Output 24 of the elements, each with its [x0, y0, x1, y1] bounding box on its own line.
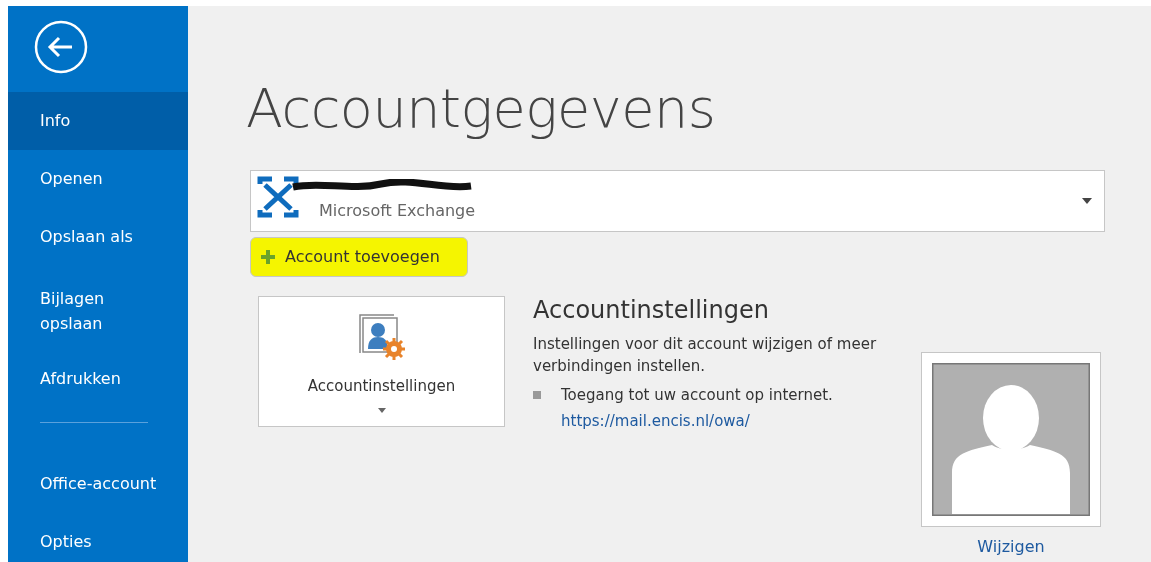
- description-text: Instellingen voor dit account wijzigen of meer verbindingen instellen.: [533, 333, 878, 378]
- add-account-button[interactable]: Account toevoegen: [250, 237, 468, 277]
- web-access-link[interactable]: https://mail.encis.nl/owa/: [561, 410, 750, 433]
- sidebar-item[interactable]: Opties: [8, 513, 188, 562]
- sidebar-item[interactable]: Bijlagen opslaan: [8, 266, 148, 350]
- account-settings-icon: [357, 313, 406, 361]
- plus-icon: [261, 250, 275, 264]
- bullet-icon: [533, 390, 541, 399]
- sidebar-item[interactable]: Info: [8, 92, 188, 150]
- account-settings-button[interactable]: Accountinstellingen: [258, 296, 505, 427]
- sidebar-item[interactable]: Openen: [8, 150, 188, 208]
- change-photo-link[interactable]: Wijzigen: [977, 535, 1045, 559]
- section-heading: Accountinstellingen: [533, 296, 770, 325]
- sidebar-item[interactable]: Afdrukken: [8, 350, 188, 408]
- back-icon[interactable]: [34, 20, 88, 74]
- dropdown-caret-icon: [1082, 198, 1092, 204]
- bullet-text: Toegang tot uw account op internet.: [561, 384, 833, 406]
- sidebar-item[interactable]: Opslaan als: [8, 208, 188, 266]
- exchange-icon: [257, 176, 299, 218]
- account-dropdown[interactable]: Microsoft Exchange: [250, 170, 1105, 232]
- dropdown-caret-icon: [377, 407, 386, 413]
- account-type: Microsoft Exchange: [319, 200, 476, 222]
- avatar-placeholder-icon: [932, 363, 1090, 516]
- sidebar-item[interactable]: Office-account: [8, 455, 188, 513]
